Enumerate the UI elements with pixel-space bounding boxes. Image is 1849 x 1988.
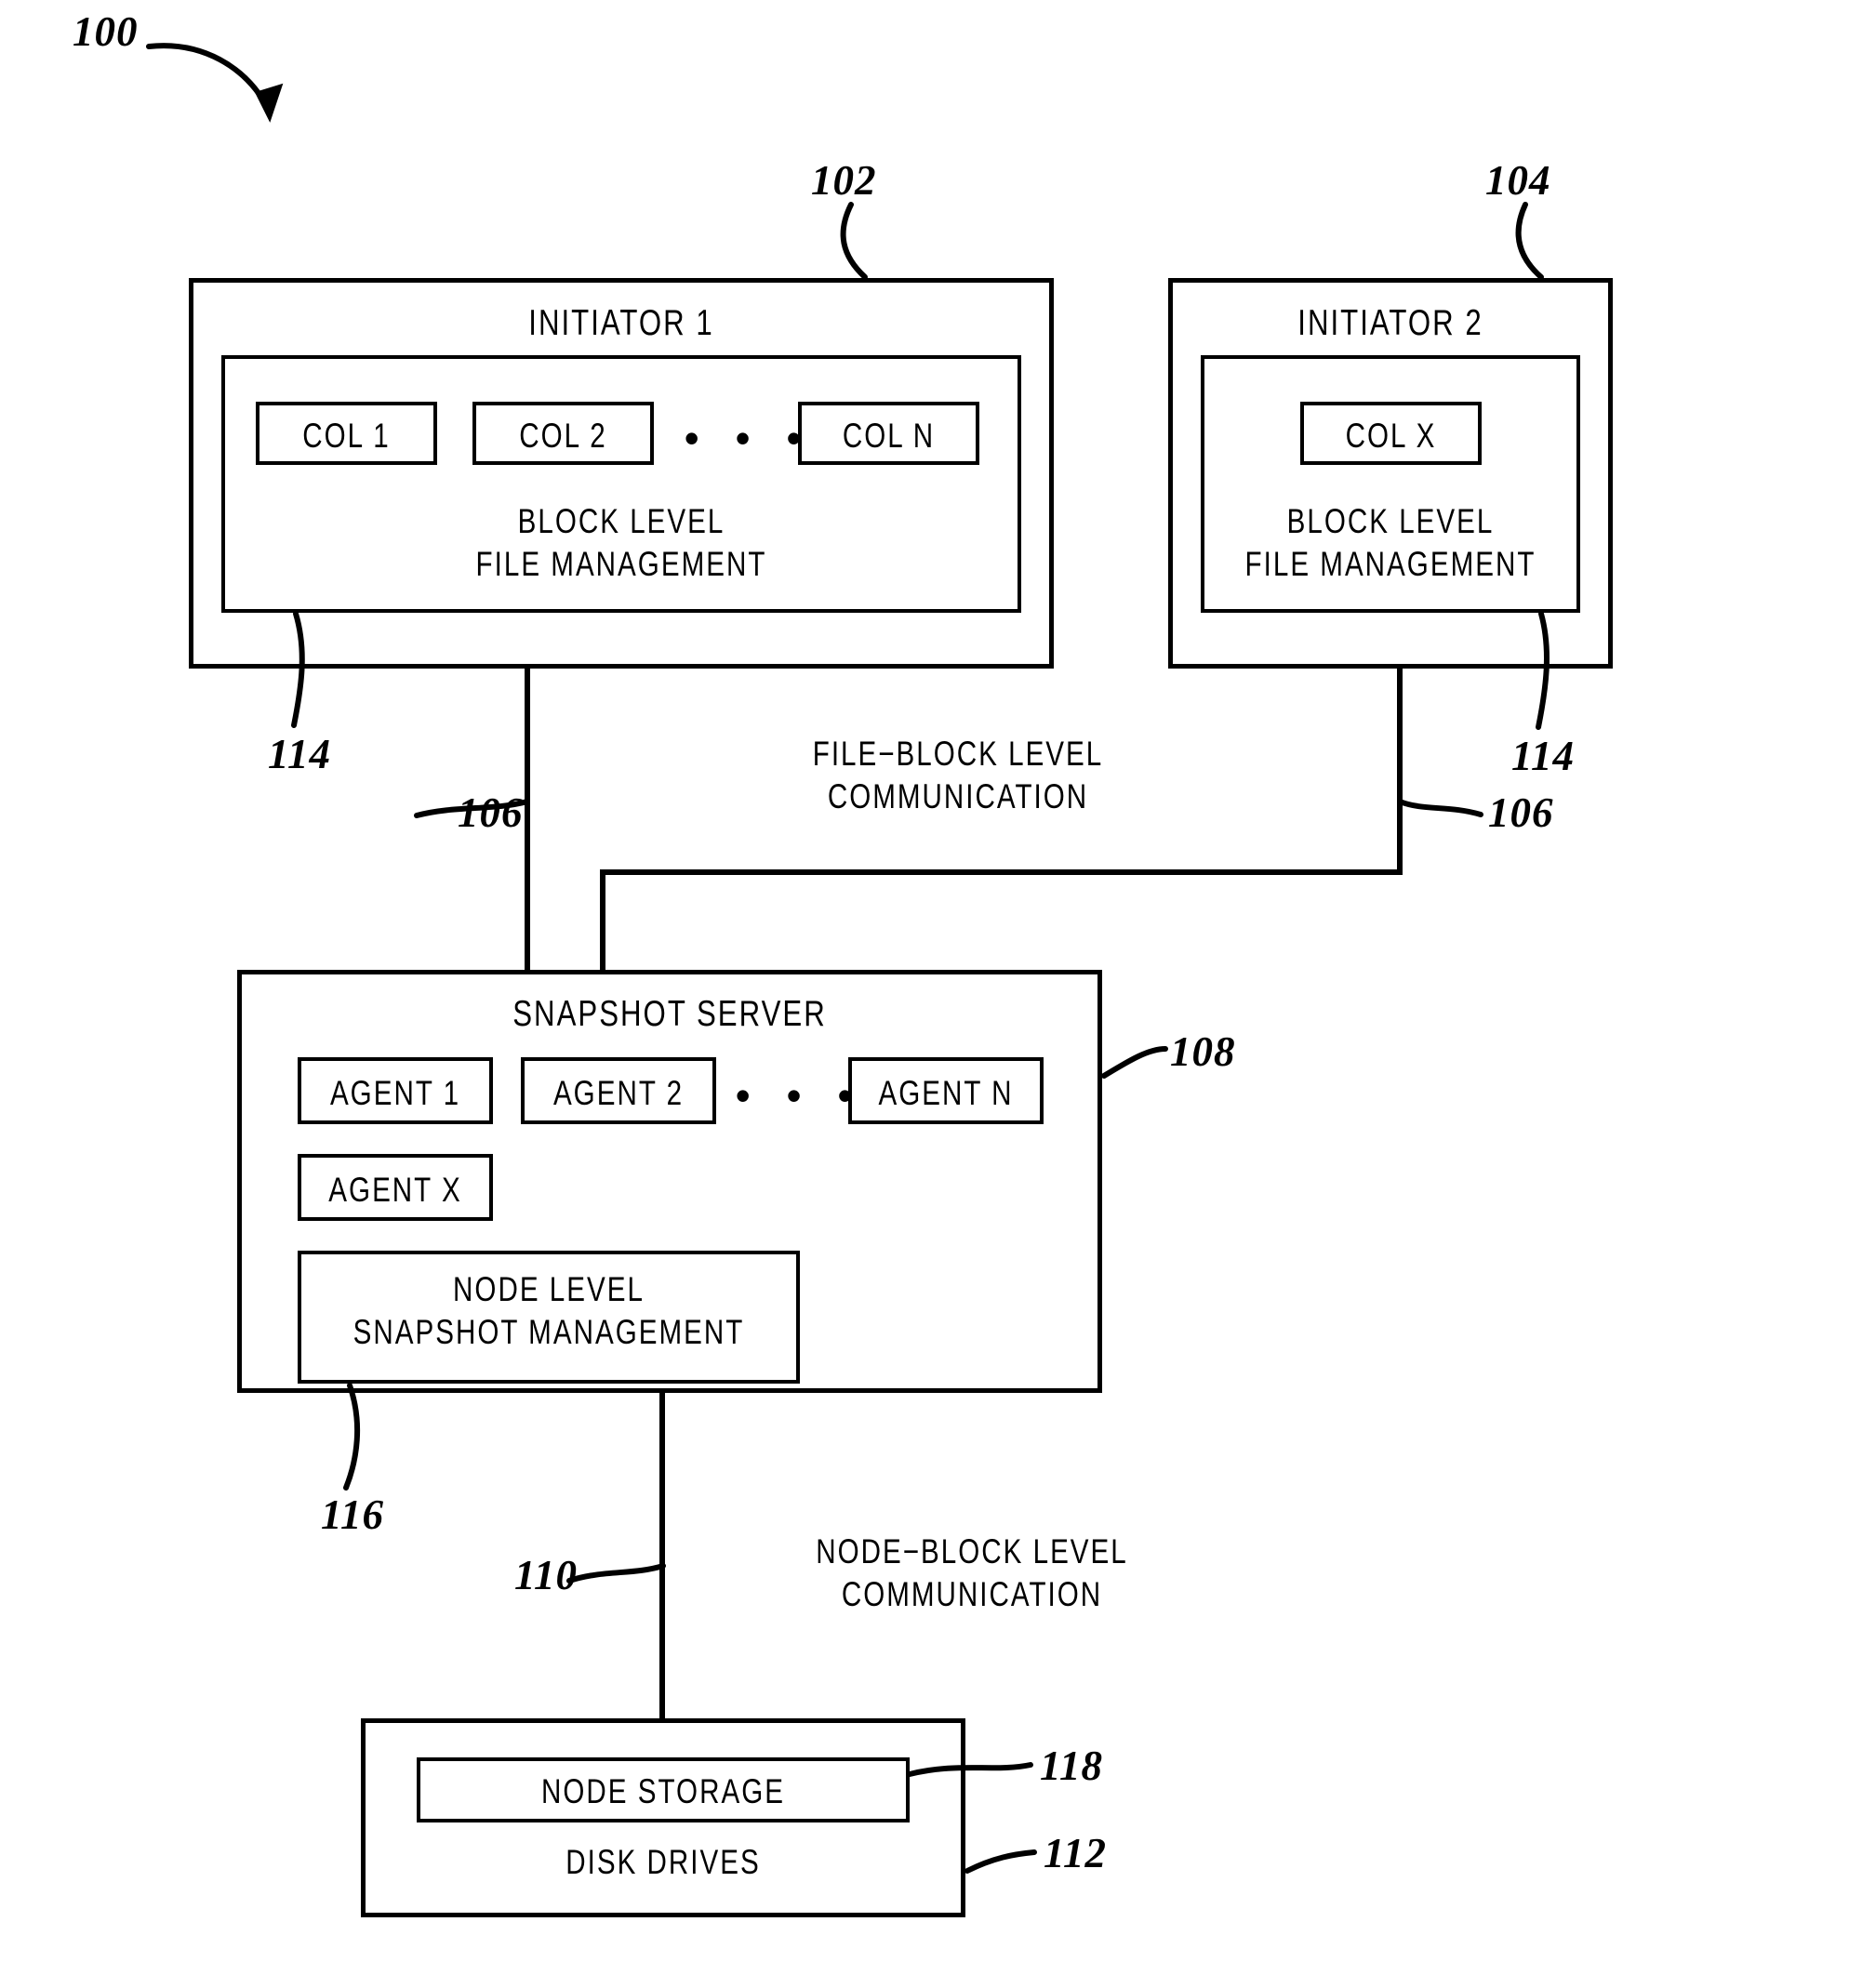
col-label-x: COL X (1345, 417, 1437, 455)
ref-106-left: 106 (458, 789, 524, 836)
agent-label-n: AGENT N (878, 1074, 1014, 1112)
initiator-2-block-level-line1: BLOCK LEVEL (1286, 502, 1495, 540)
initiator-2-block-level-line2: FILE MANAGEMENT (1244, 545, 1536, 583)
ref-114-right: 114 (1511, 733, 1576, 779)
ref-114-left: 114 (268, 731, 332, 777)
col-label-n: COL N (842, 417, 936, 455)
node-block-comm-line1: NODE−BLOCK LEVEL (816, 1532, 1128, 1571)
disk-drives-label: DISK DRIVES (565, 1843, 761, 1881)
ref-112: 112 (1044, 1830, 1108, 1876)
initiator-2-title: INITIATOR 2 (1297, 303, 1483, 343)
ref-116: 116 (321, 1491, 385, 1538)
col-label-2: COL 2 (519, 417, 607, 455)
initiator-1-title: INITIATOR 1 (528, 303, 714, 343)
node-storage-label: NODE STORAGE (541, 1772, 785, 1810)
ref-118: 118 (1040, 1743, 1104, 1789)
col-ellipsis: • • • (684, 414, 814, 462)
initiator-1-block-level-line1: BLOCK LEVEL (517, 502, 725, 540)
file-block-comm-line2: COMMUNICATION (827, 777, 1089, 815)
node-block-comm-line2: COMMUNICATION (841, 1575, 1103, 1613)
agent-label-2: AGENT 2 (552, 1074, 685, 1112)
figure-number-100: 100 (73, 8, 139, 55)
snapshot-server-title: SNAPSHOT SERVER (512, 994, 827, 1034)
ref-110: 110 (514, 1552, 579, 1598)
agent-ellipsis: • • • (735, 1071, 865, 1120)
ref-108: 108 (1170, 1028, 1236, 1075)
ref-106-right: 106 (1488, 789, 1554, 836)
agent-label-x: AGENT X (328, 1171, 462, 1209)
node-level-line2: SNAPSHOT MANAGEMENT (353, 1313, 745, 1351)
node-level-line1: NODE LEVEL (453, 1270, 645, 1308)
file-block-comm-line1: FILE−BLOCK LEVEL (812, 735, 1104, 773)
patent-figure: 100 102 INITIATOR 1 COL 1 COL 2 • • • CO… (0, 0, 1849, 1988)
initiator-1-block-level-line2: FILE MANAGEMENT (475, 545, 767, 583)
agent-label-1: AGENT 1 (329, 1074, 461, 1112)
col-label-1: COL 1 (302, 417, 391, 455)
ref-104: 104 (1485, 157, 1551, 204)
ref-102: 102 (811, 157, 877, 204)
